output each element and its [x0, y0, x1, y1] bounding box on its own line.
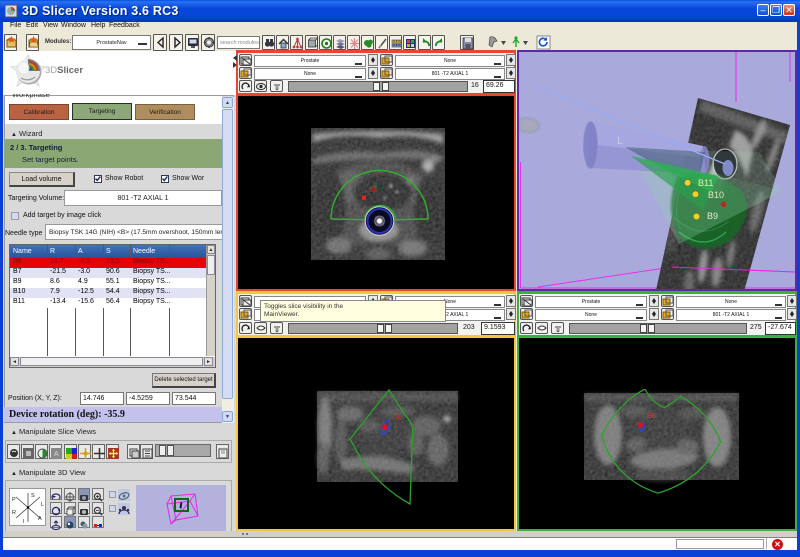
- svg-text:B10: B10: [708, 190, 724, 200]
- svg-text:B6: B6: [369, 187, 378, 194]
- svg-text:I: I: [23, 519, 25, 525]
- svg-text:B9: B9: [707, 211, 718, 221]
- svg-text:S: S: [31, 493, 35, 499]
- svg-text:A: A: [38, 516, 42, 522]
- svg-text:B6: B6: [647, 411, 656, 420]
- svg-text:L: L: [617, 135, 623, 147]
- svg-text:R: R: [12, 510, 16, 516]
- svg-text:P: P: [12, 497, 16, 503]
- svg-text:L: L: [41, 502, 44, 508]
- svg-text:A: A: [54, 451, 59, 458]
- svg-text:B6: B6: [393, 415, 402, 422]
- svg-text:B11: B11: [698, 178, 713, 188]
